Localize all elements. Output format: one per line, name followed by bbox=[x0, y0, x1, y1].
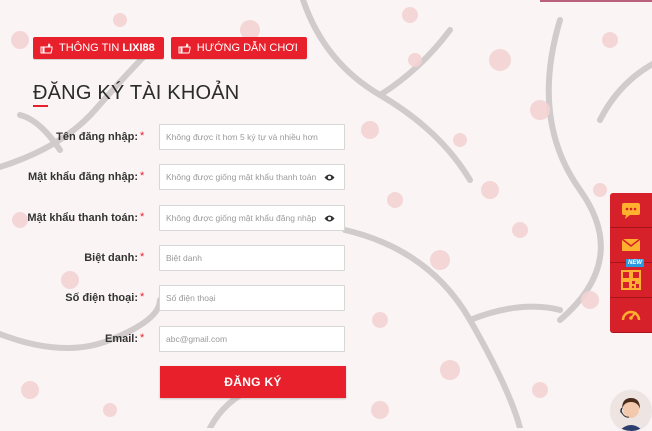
chat-icon bbox=[622, 203, 640, 219]
title-underline bbox=[33, 105, 48, 107]
support-agent-icon bbox=[611, 391, 651, 431]
required-mark: * bbox=[140, 211, 145, 223]
username-label: Tên đăng nhập: bbox=[56, 131, 138, 143]
speedometer-icon bbox=[621, 310, 641, 321]
required-mark: * bbox=[140, 170, 145, 182]
username-row: Tên đăng nhập: * bbox=[0, 124, 360, 150]
payment-password-input[interactable] bbox=[160, 206, 344, 230]
payment-password-row: Mật khẩu thanh toán: * bbox=[0, 205, 360, 231]
sidebar-item-speed[interactable] bbox=[610, 298, 652, 333]
email-input[interactable] bbox=[160, 327, 344, 351]
phone-row: Số điện thoại: * bbox=[0, 285, 360, 311]
mail-icon bbox=[621, 238, 641, 251]
register-button[interactable]: ĐĂNG KÝ bbox=[160, 366, 346, 398]
eye-icon[interactable] bbox=[324, 173, 335, 182]
hand-point-icon bbox=[40, 42, 53, 53]
phone-label: Số điện thoại: bbox=[65, 292, 138, 304]
new-badge: NEW bbox=[626, 259, 644, 267]
sidebar-item-qr[interactable]: NEW bbox=[610, 259, 652, 298]
page-title: ĐĂNG KÝ TÀI KHOẢN bbox=[33, 82, 240, 104]
login-password-label: Mật khẩu đăng nhập: bbox=[28, 171, 138, 183]
username-input[interactable] bbox=[160, 125, 344, 149]
required-mark: * bbox=[140, 332, 145, 344]
tab-lixi88-info[interactable]: THÔNG TIN LIXI88 bbox=[33, 37, 164, 59]
payment-password-label: Mật khẩu thanh toán: bbox=[27, 212, 138, 224]
login-password-row: Mật khẩu đăng nhập: * bbox=[0, 164, 360, 190]
tab-play-guide[interactable]: HƯỚNG DẪN CHƠI bbox=[170, 37, 307, 59]
support-avatar[interactable] bbox=[611, 391, 651, 431]
tab-label-prefix: THÔNG TIN bbox=[59, 42, 120, 54]
sidebar-item-mail[interactable] bbox=[610, 228, 652, 263]
hand-point-icon bbox=[178, 42, 191, 53]
phone-input[interactable] bbox=[160, 286, 344, 310]
sidebar-item-chat[interactable] bbox=[610, 193, 652, 228]
nickname-input[interactable] bbox=[160, 246, 344, 270]
info-tabs: THÔNG TIN LIXI88 HƯỚNG DẪN CHƠI bbox=[33, 37, 307, 59]
tab-label-brand: LIXI88 bbox=[122, 42, 155, 54]
required-mark: * bbox=[140, 251, 145, 263]
floating-sidebar: NEW bbox=[610, 193, 652, 333]
login-password-input[interactable] bbox=[160, 165, 344, 189]
email-row: Email: * bbox=[0, 326, 360, 352]
top-accent-line bbox=[540, 0, 652, 2]
required-mark: * bbox=[140, 291, 145, 303]
qr-code-icon bbox=[621, 270, 641, 290]
tab-label: HƯỚNG DẪN CHƠI bbox=[196, 42, 298, 54]
nickname-label: Biệt danh: bbox=[84, 252, 138, 264]
email-label: Email: bbox=[104, 333, 138, 345]
required-mark: * bbox=[140, 130, 145, 142]
nickname-row: Biệt danh: * bbox=[0, 245, 360, 271]
eye-icon[interactable] bbox=[324, 214, 335, 223]
